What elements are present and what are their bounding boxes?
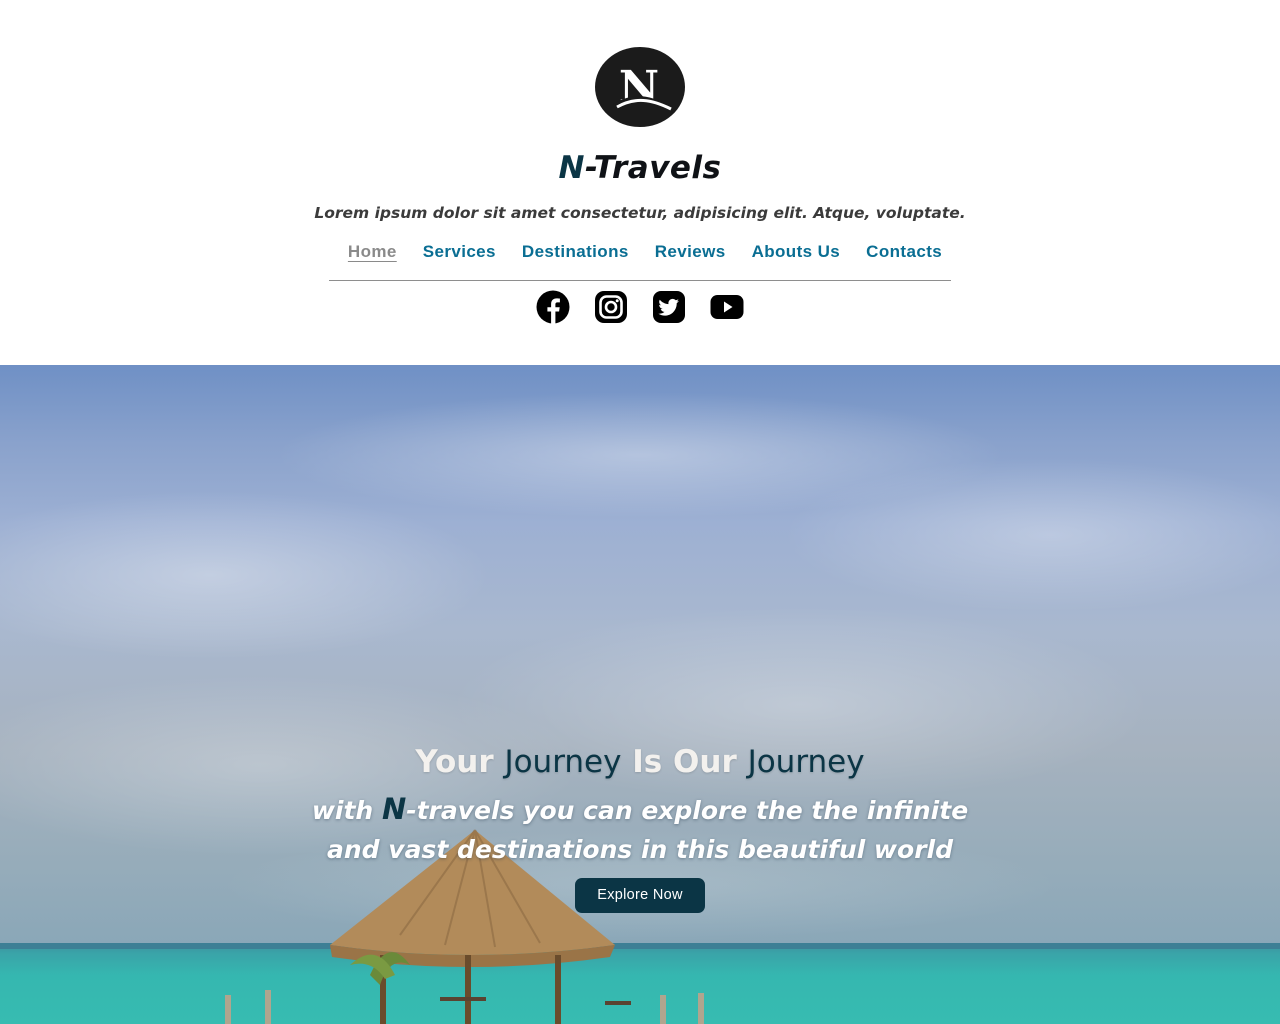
hero-subtitle-brand: N — [381, 792, 407, 826]
nav-contacts[interactable]: Contacts — [866, 240, 942, 264]
facebook-link[interactable] — [536, 290, 570, 324]
nav-about-us[interactable]: Abouts Us — [752, 240, 841, 264]
explore-now-button[interactable]: Explore Now — [575, 878, 705, 913]
social-links — [0, 290, 1280, 324]
logo[interactable]: N — [595, 47, 685, 127]
twitter-icon — [653, 291, 685, 323]
hero-subtitle-line-2: and vast destinations in this beautiful … — [327, 835, 953, 864]
youtube-icon — [710, 295, 744, 319]
logo-letter: N — [619, 62, 659, 113]
hero-title-part-1: Your — [415, 744, 505, 780]
youtube-link[interactable] — [710, 290, 744, 324]
twitter-link[interactable] — [652, 290, 686, 324]
instagram-icon — [595, 291, 627, 323]
tagline: Lorem ipsum dolor sit amet consectetur, … — [314, 204, 966, 222]
hero-title: Your Journey Is Our Journey — [0, 742, 1280, 782]
hero-subtitle-line-1: with N-travels you can explore the the i… — [0, 790, 1280, 830]
instagram-link[interactable] — [594, 290, 628, 324]
hero-section: Your Journey Is Our Journey with N-trave… — [0, 365, 1280, 1024]
nav-home[interactable]: Home — [348, 240, 397, 264]
main-nav: Home Services Destinations Reviews About… — [0, 240, 1280, 264]
site-header: N N-Travels Lorem ipsum dolor sit amet c… — [0, 0, 1280, 365]
hero-title-part-3: Is Our — [621, 744, 748, 780]
nav-destinations[interactable]: Destinations — [522, 240, 629, 264]
logo-mark-icon: N — [613, 62, 672, 113]
hero-title-part-4: Journey — [747, 744, 865, 780]
hero-subtitle-part-1: with — [311, 796, 382, 825]
nav-services[interactable]: Services — [423, 240, 496, 264]
hero-title-part-2: Journey — [504, 744, 622, 780]
hero-subtitle-part-2: -travels you can explore the the infinit… — [406, 796, 969, 825]
header-divider — [329, 280, 951, 281]
facebook-icon — [536, 290, 570, 324]
site-title-rest: -Travels — [584, 150, 722, 186]
nav-reviews[interactable]: Reviews — [655, 240, 726, 264]
site-title-prefix: N — [558, 150, 585, 186]
hero-subtitle: with N-travels you can explore the the i… — [0, 790, 1280, 869]
site-title: N-Travels — [0, 146, 1280, 190]
